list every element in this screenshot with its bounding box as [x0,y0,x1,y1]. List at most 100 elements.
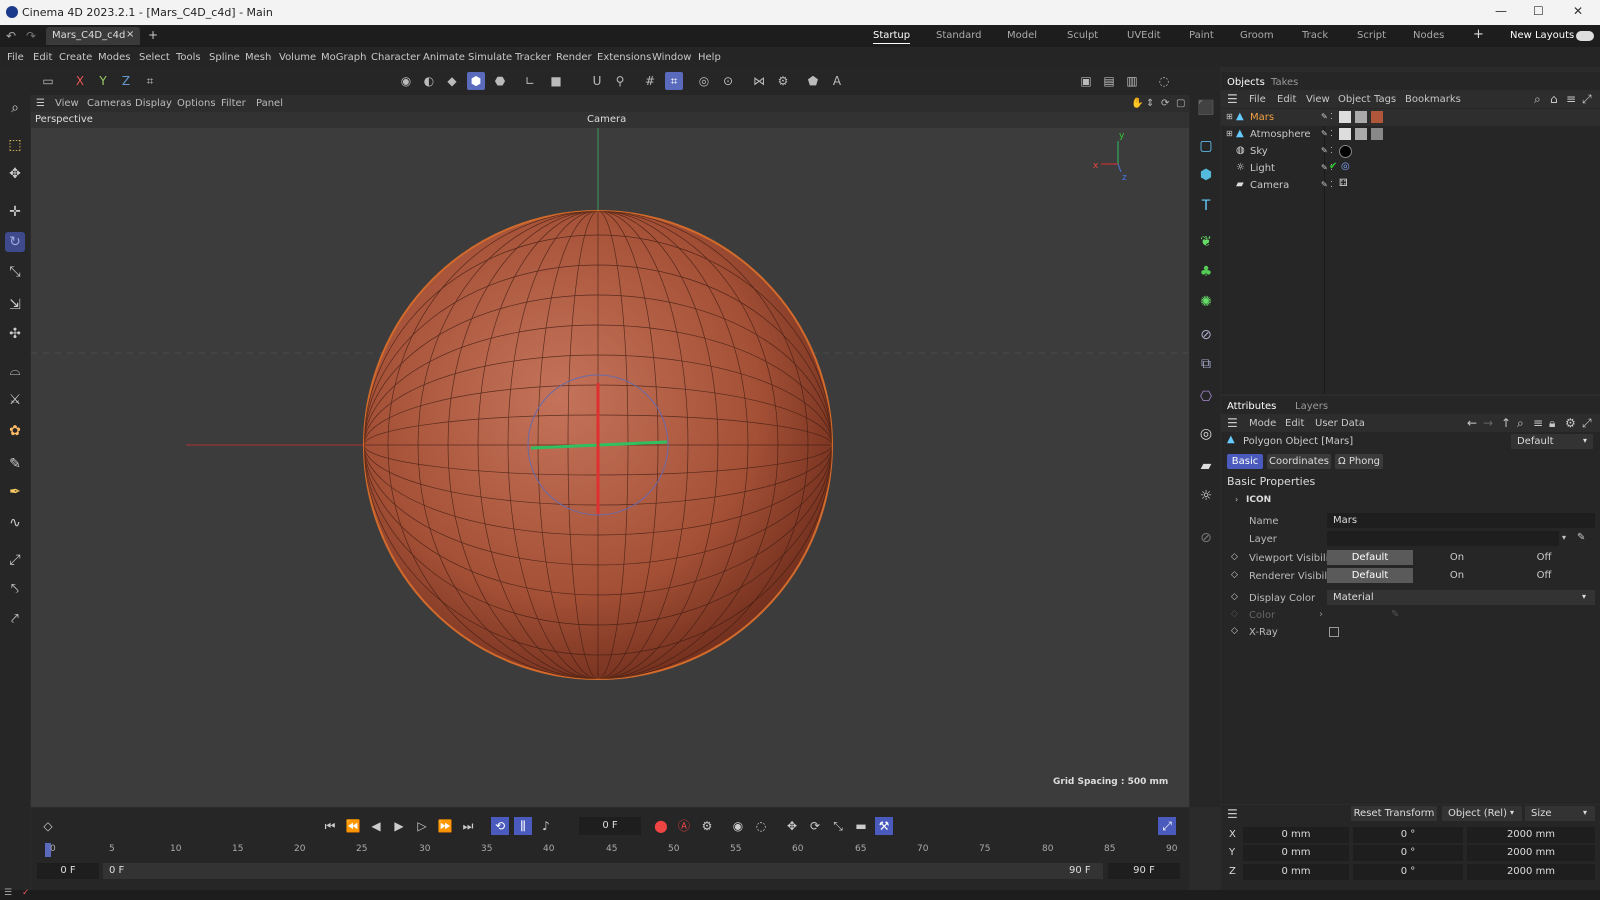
visibility-dots-icon[interactable]: ✎ ⁚ [1321,180,1333,189]
menu-create[interactable]: Create [59,52,92,63]
environment-icon[interactable]: ◎ [1196,424,1216,444]
layout-toggle[interactable] [1576,31,1594,41]
menu-character[interactable]: Character [371,52,420,63]
keyframe-diamond-icon[interactable]: ◇ [1231,592,1238,602]
position-y-field[interactable]: 0 mm [1243,845,1349,861]
key-move-icon[interactable]: ✥ [783,817,801,835]
object-name[interactable]: Mars [1250,112,1274,123]
autokey-icon[interactable]: A [828,72,846,90]
deformer-icon[interactable]: ⊘ [1196,325,1216,345]
points-mode-icon[interactable]: ◉ [397,72,415,90]
command-palette-icon[interactable]: ▭ [39,72,57,90]
menu-volume[interactable]: Volume [279,52,316,63]
solo-icon[interactable]: ■ [547,72,565,90]
magnet-tool-icon[interactable]: ⌓ [5,361,25,381]
keyframe-diamond-icon[interactable]: ◇ [1231,552,1238,562]
planar-workplane-icon[interactable]: ⊙ [719,72,737,90]
mars-material-tag-icon[interactable] [1371,111,1383,123]
tab-attributes[interactable]: Attributes [1227,401,1276,412]
light-object-icon[interactable]: ☼ [1196,486,1216,506]
coordinates-menu-icon[interactable]: ☰ [1227,807,1238,821]
menu-select[interactable]: Select [139,52,170,63]
maximize-view-icon[interactable]: ▢ [1176,98,1185,109]
record-icon[interactable]: ⬤ [652,817,670,835]
menu-render[interactable]: Render [556,52,592,63]
spline-sketch-icon[interactable]: ∿ [5,513,25,533]
live-selection-icon[interactable]: ✥ [5,164,25,184]
menu-window[interactable]: Window [652,52,691,63]
axis-z-button[interactable]: Z [117,72,135,90]
snap-settings-icon[interactable]: ⚲ [611,72,629,90]
key-rotate-icon[interactable]: ⟳ [806,817,824,835]
uv-mode-icon[interactable]: ⬣ [491,72,509,90]
expand-icon[interactable]: ⊞ [1226,129,1233,138]
autokey-record-icon[interactable]: Ⓐ [675,817,693,835]
viewport-menu-panel[interactable]: Panel [256,98,283,109]
uvw-tag-icon[interactable] [1355,111,1367,123]
pen-tool-icon[interactable]: ✒ [5,482,25,502]
camera-object-icon[interactable]: ▰ [1196,456,1216,476]
visibility-dots-icon[interactable]: ✎ ⁚ [1321,112,1333,121]
menu-simulate[interactable]: Simulate [468,52,512,63]
layout-uvedit[interactable]: UVEdit [1127,30,1161,41]
forward-icon[interactable]: → [1483,416,1493,430]
render-settings-icon[interactable]: ⬟ [804,72,822,90]
keyframe-selection-icon[interactable]: ⚙ [698,817,716,835]
rotation-y-field[interactable]: 0 ° [1353,845,1463,861]
workplane-icon[interactable]: ⌗ [665,72,683,90]
volume-icon[interactable]: ⎔ [1196,387,1216,407]
move-view-icon[interactable]: ⇕ [1146,98,1154,109]
attributes-expand-icon[interactable]: ⤢ [1582,416,1592,431]
objects-menu-tags[interactable]: Tags [1374,94,1396,105]
subtab-basic[interactable]: Basic [1227,454,1263,469]
back-icon[interactable]: ← [1467,416,1477,430]
size-y-field[interactable]: 2000 mm [1467,845,1595,861]
axis-mode-icon[interactable]: ∟ [521,72,539,90]
layout-standard[interactable]: Standard [936,30,982,41]
enabled-check-icon[interactable]: ✔ [1329,161,1337,172]
add-layout-icon[interactable]: + [1473,27,1484,42]
viewport[interactable]: ☰ View Cameras Display Options Filter Pa… [31,95,1189,807]
play-icon[interactable]: ▶ [390,817,408,835]
renderer-visibility-default[interactable]: Default [1327,568,1413,583]
scale-tool-icon[interactable]: ⤡ [5,262,25,282]
objects-menu-file[interactable]: File [1249,94,1266,105]
objects-menu-object[interactable]: Object [1338,94,1371,105]
menu-tools[interactable]: Tools [176,52,201,63]
keyframe-diamond-icon[interactable]: ◇ [1231,626,1238,636]
snap-magnet-icon[interactable]: U [588,72,606,90]
cloner-icon[interactable]: ♣ [1196,262,1216,282]
model-mode-icon[interactable]: ⬢ [467,72,485,90]
menu-help[interactable]: Help [698,52,721,63]
layout-paint[interactable]: Paint [1189,30,1214,41]
knife-tool-icon[interactable]: ⚔ [5,390,25,410]
loop-icon[interactable]: ⟲ [491,817,509,835]
object-row-mars[interactable]: ⊞ ▲ Mars ✎ ⁚ [1221,109,1600,126]
menu-tracker[interactable]: Tracker [515,52,551,63]
attributes-menu-edit[interactable]: Edit [1285,418,1304,429]
menu-mesh[interactable]: Mesh [245,52,271,63]
viewport-menu-cameras[interactable]: Cameras [87,98,131,109]
menu-modes[interactable]: Modes [98,52,130,63]
menu-edit[interactable]: Edit [33,52,52,63]
viewport-menu-filter[interactable]: Filter [221,98,246,109]
key-param-icon[interactable]: ▬ [852,817,870,835]
objects-filter-icon[interactable]: ≡ [1566,92,1576,106]
texture-tag-icon[interactable] [1339,128,1351,140]
size-z-field[interactable]: 2000 mm [1467,864,1595,880]
tag-icon[interactable]: ⊘ [1196,528,1216,548]
layout-track[interactable]: Track [1302,30,1328,41]
up-icon[interactable]: ↑ [1501,416,1511,430]
objects-expand-icon[interactable]: ⤢ [1582,92,1592,107]
close-tab-icon[interactable]: × [126,29,134,40]
search-icon[interactable]: ⌕ [5,98,25,118]
objects-search-icon[interactable]: ⌕ [1534,92,1541,107]
maximize-icon[interactable]: ☐ [1533,4,1544,18]
menu-mograph[interactable]: MoGraph [321,52,366,63]
effector-icon[interactable]: ✺ [1196,292,1216,312]
target-tag-icon[interactable]: ◎ [1341,161,1350,172]
attributes-settings-icon[interactable]: ⚙ [1565,416,1576,430]
axis-x-button[interactable]: X [71,72,89,90]
xray-checkbox[interactable] [1329,627,1339,637]
next-key-icon[interactable]: ⏩ [436,817,454,835]
